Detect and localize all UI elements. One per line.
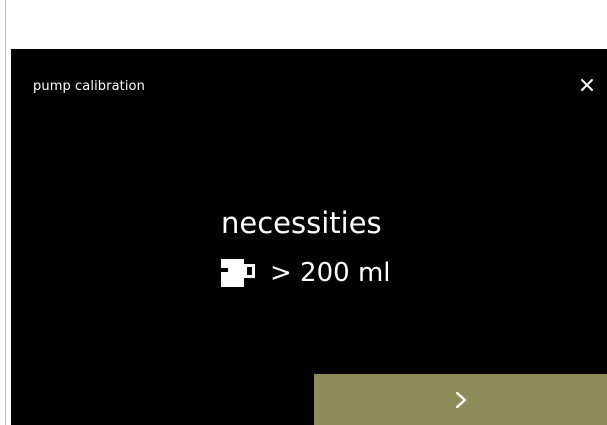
pump-calibration-screen: pump calibration necessities > 200 ml — [11, 49, 607, 425]
next-button[interactable] — [314, 374, 607, 425]
close-button[interactable] — [575, 73, 599, 97]
volume-requirement-text: > 200 ml — [270, 258, 391, 288]
left-divider — [5, 0, 6, 425]
volume-requirement: > 200 ml — [220, 255, 391, 291]
close-icon — [581, 79, 593, 91]
screen-title: pump calibration — [33, 79, 145, 94]
chevron-right-icon — [455, 391, 466, 408]
cup-icon — [221, 259, 255, 287]
necessities-heading: necessities — [221, 206, 382, 240]
page: pump calibration necessities > 200 ml — [0, 0, 607, 425]
